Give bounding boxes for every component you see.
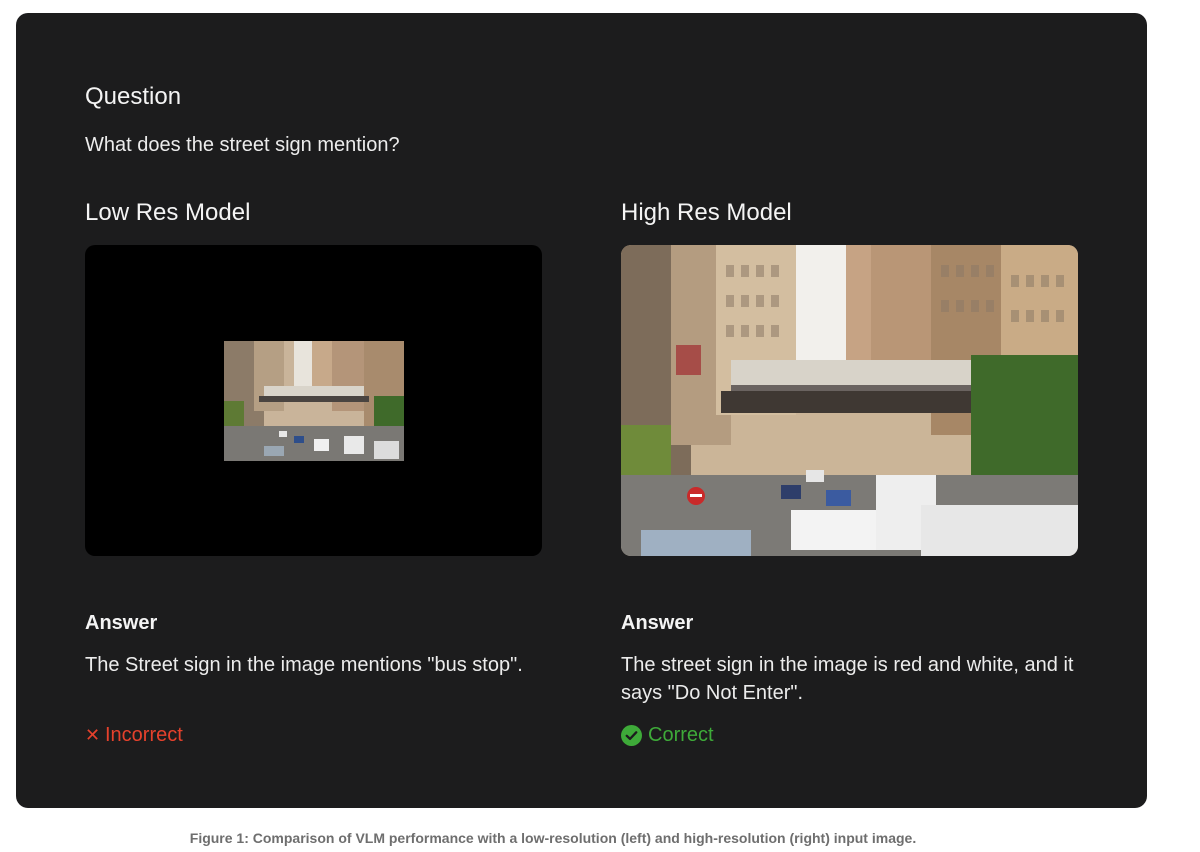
low-res-verdict-label: Incorrect: [105, 724, 183, 746]
low-res-answer-label: Answer: [85, 612, 158, 634]
figure-caption: Figure 1: Comparison of VLM performance …: [189, 830, 917, 846]
low-res-column: Low Res Model Answer The Street sign in …: [85, 199, 545, 746]
low-res-street-image: [224, 341, 404, 461]
page: Question What does the street sign menti…: [0, 0, 1200, 852]
check-circle-icon: [621, 724, 642, 746]
low-res-model-title: Low Res Model: [85, 199, 251, 226]
high-res-answer-text: The street sign in the image is red and …: [621, 654, 1074, 704]
high-res-column: High Res Model Answer The street sign in…: [621, 199, 1081, 746]
comparison-card: Question What does the street sign menti…: [16, 13, 1147, 808]
x-icon: ✕: [85, 725, 101, 745]
low-res-answer-text: The Street sign in the image mentions "b…: [85, 654, 523, 676]
high-res-street-image: [621, 245, 1078, 556]
high-res-verdict: Correct: [621, 723, 714, 747]
high-res-model-title: High Res Model: [621, 199, 792, 226]
question-heading: Question: [85, 83, 182, 110]
high-res-verdict-label: Correct: [648, 724, 714, 746]
low-res-image-frame: [85, 245, 542, 556]
high-res-answer-label: Answer: [621, 612, 694, 634]
question-text: What does the street sign mention?: [85, 134, 400, 156]
low-res-verdict: ✕ Incorrect: [85, 723, 183, 747]
